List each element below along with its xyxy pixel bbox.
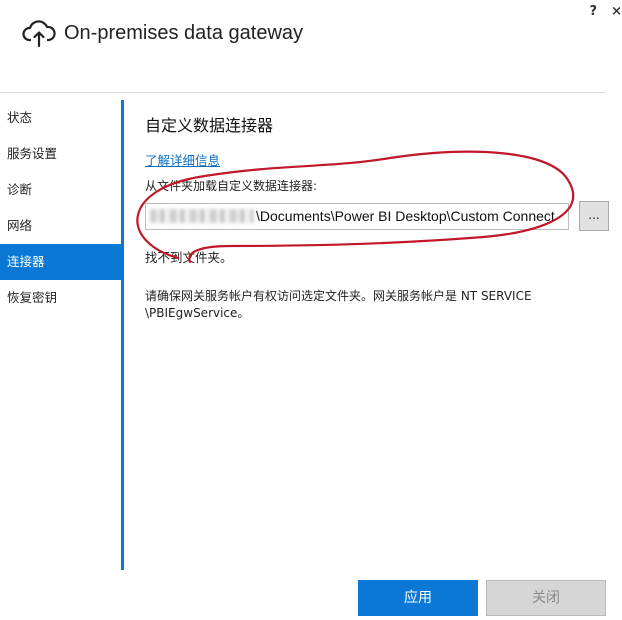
sidebar: 状态 服务设置 诊断 网络 连接器 恢复密钥: [0, 100, 121, 316]
app-header: On-premises data gateway: [22, 16, 303, 50]
folder-path-input[interactable]: \Documents\Power BI Desktop\Custom Conne…: [145, 202, 569, 230]
folder-label: 从文件夹加载自定义数据连接器:: [145, 179, 318, 193]
service-account-info: 请确保网关服务帐户有权访问选定文件夹。网关服务帐户是 NT SERVICE \P…: [145, 289, 532, 320]
apply-button[interactable]: 应用: [358, 580, 478, 616]
header-divider: [0, 92, 606, 93]
cloud-upload-icon: [22, 20, 56, 48]
help-button[interactable]: ?: [590, 4, 598, 19]
section-title: 自定义数据连接器: [145, 116, 274, 135]
folder-path-value: \Documents\Power BI Desktop\Custom Conne…: [256, 208, 555, 224]
sidebar-item-service-settings[interactable]: 服务设置: [0, 136, 121, 172]
close-button[interactable]: 关闭: [486, 580, 606, 616]
sidebar-item-connectors[interactable]: 连接器: [0, 244, 121, 280]
browse-button[interactable]: ...: [579, 201, 609, 231]
path-row: \Documents\Power BI Desktop\Custom Conne…: [145, 201, 610, 231]
sidebar-item-recovery-keys[interactable]: 恢复密钥: [0, 280, 121, 316]
window-controls: ? ×: [590, 4, 622, 19]
sidebar-item-status[interactable]: 状态: [0, 100, 121, 136]
sidebar-item-diagnostics[interactable]: 诊断: [0, 172, 121, 208]
window-close-button[interactable]: ×: [611, 4, 622, 19]
learn-more-link[interactable]: 了解详细信息: [145, 150, 220, 169]
app-title: On-premises data gateway: [64, 21, 304, 44]
folder-status-message: 找不到文件夹。: [145, 250, 233, 265]
sidebar-item-network[interactable]: 网络: [0, 208, 121, 244]
sidebar-divider: [121, 100, 124, 570]
redacted-path-segment: [150, 209, 254, 223]
connectors-panel: 自定义数据连接器 了解详细信息 从文件夹加载自定义数据连接器: \Documen…: [145, 110, 610, 322]
